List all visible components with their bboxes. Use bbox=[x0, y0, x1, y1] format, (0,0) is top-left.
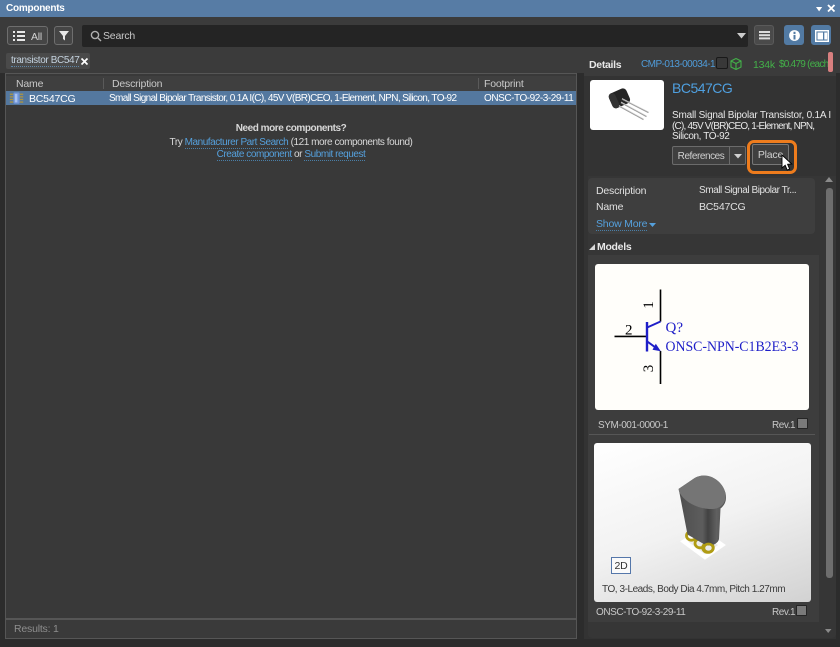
svg-text:1: 1 bbox=[641, 301, 657, 309]
svg-text:ONSC-NPN-C1B2E3-3: ONSC-NPN-C1B2E3-3 bbox=[666, 339, 799, 355]
svg-text:Q?: Q? bbox=[666, 320, 684, 336]
svg-text:3: 3 bbox=[641, 365, 657, 373]
svg-text:2: 2 bbox=[625, 323, 633, 339]
